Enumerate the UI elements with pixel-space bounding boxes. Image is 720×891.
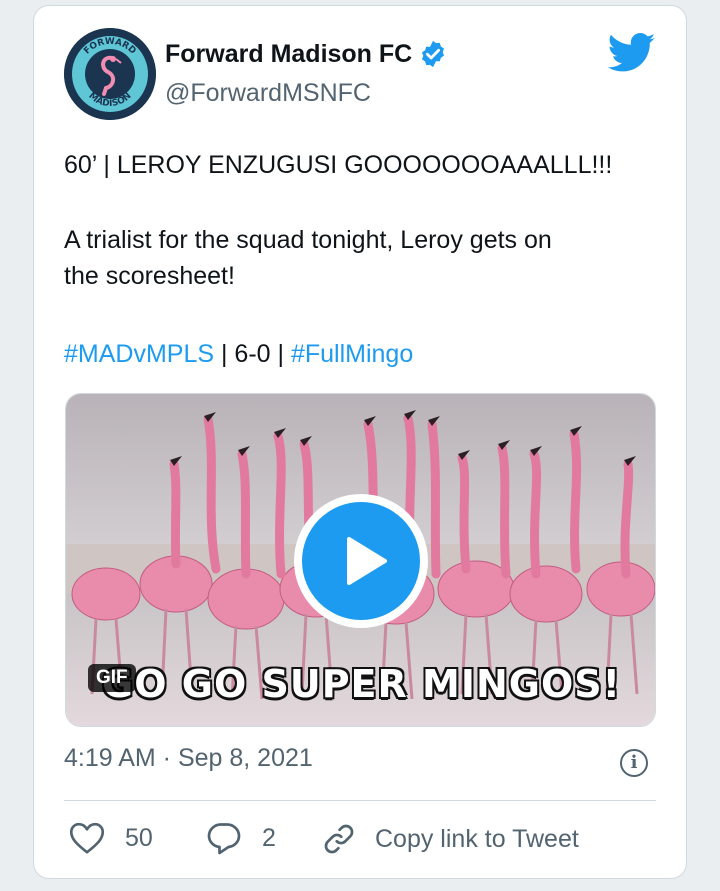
author-handle[interactable]: @ForwardMSNFC bbox=[165, 79, 371, 108]
reply-button[interactable]: 2 bbox=[206, 821, 276, 855]
reply-count: 2 bbox=[262, 823, 276, 852]
gif-caption: GO GO SUPER MINGOS! bbox=[102, 662, 621, 706]
avatar[interactable]: FORWARD MADISON bbox=[64, 28, 156, 120]
play-icon bbox=[347, 537, 387, 585]
like-button[interactable]: 50 bbox=[69, 821, 153, 855]
heart-icon bbox=[69, 822, 105, 854]
verified-badge-icon bbox=[422, 40, 445, 68]
tweet-text-line-3: the scoresheet! bbox=[64, 262, 235, 290]
tweet-text-line-2: A trialist for the squad tonight, Leroy … bbox=[64, 226, 552, 254]
tweet-card: FORWARD MADISON Forward Madison FC @Forw… bbox=[33, 5, 687, 879]
gif-badge: GIF bbox=[88, 664, 136, 692]
info-icon[interactable]: i bbox=[620, 749, 648, 777]
link-icon bbox=[324, 824, 354, 854]
hashtag-fullmingo[interactable]: #FullMingo bbox=[291, 340, 413, 368]
tweet-text-line-1: 60’ | LEROY ENZUGUSI GOOOOOOOAAALLL!!! bbox=[64, 151, 613, 179]
gif-media[interactable]: GO GO SUPER MINGOS! GIF bbox=[65, 393, 656, 727]
play-button[interactable] bbox=[294, 494, 428, 628]
like-count: 50 bbox=[125, 823, 153, 852]
twitter-bird-icon[interactable] bbox=[608, 33, 656, 73]
reply-icon bbox=[207, 823, 241, 855]
score-text: | 6-0 | bbox=[214, 340, 291, 368]
author-row: Forward Madison FC bbox=[165, 39, 448, 69]
copy-link-label: Copy link to Tweet bbox=[375, 824, 579, 853]
tweet-timestamp[interactable]: 4:19 AM · Sep 8, 2021 bbox=[64, 744, 313, 773]
author-name[interactable]: Forward Madison FC bbox=[165, 40, 412, 69]
hashtag-madvmpls[interactable]: #MADvMPLS bbox=[64, 340, 214, 368]
divider bbox=[64, 800, 656, 801]
copy-link-button[interactable]: Copy link to Tweet bbox=[321, 821, 579, 857]
tweet-hashtag-line: #MADvMPLS | 6-0 | #FullMingo bbox=[64, 336, 413, 372]
